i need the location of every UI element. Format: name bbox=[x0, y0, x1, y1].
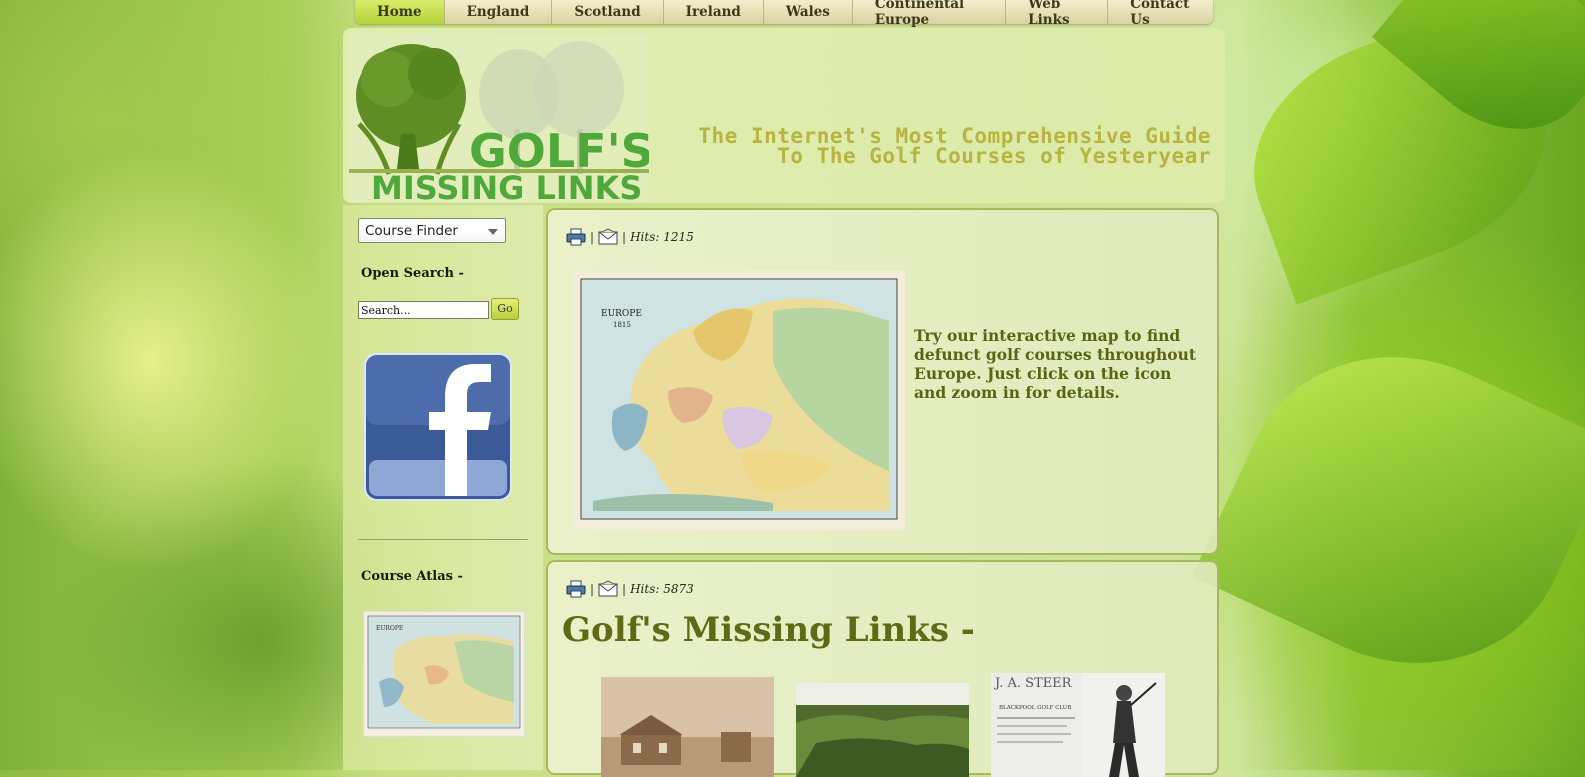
course-finder-select[interactable]: Course Finder bbox=[358, 218, 506, 243]
toolbar-separator: | bbox=[590, 230, 595, 244]
site-header: GOLF'S MISSING LINKS The Internet's Most… bbox=[343, 28, 1225, 203]
article-title: Golf's Missing Links - bbox=[562, 610, 975, 650]
background-leaf bbox=[1192, 304, 1585, 716]
search-go-button[interactable]: Go bbox=[491, 298, 519, 320]
email-icon[interactable] bbox=[598, 580, 618, 598]
email-icon[interactable] bbox=[598, 228, 618, 246]
facebook-icon[interactable] bbox=[363, 352, 513, 502]
course-atlas-map[interactable]: EUROPE bbox=[363, 611, 525, 737]
tagline-line-1: The Internet's Most Comprehensive Guide bbox=[698, 124, 1211, 148]
nav-contact-us[interactable]: Contact Us bbox=[1108, 0, 1213, 28]
main-nav: Home England Scotland Ireland Wales Cont… bbox=[355, 0, 1213, 28]
site-logo[interactable]: GOLF'S MISSING LINKS bbox=[349, 34, 649, 202]
chevron-down-icon bbox=[488, 229, 498, 235]
left-sidebar: Course Finder Open Search - Go Course At… bbox=[343, 205, 543, 770]
open-search-title: Open Search - bbox=[361, 266, 464, 281]
nav-wales[interactable]: Wales bbox=[764, 0, 853, 24]
logo-text-missing-links: MISSING LINKS bbox=[371, 169, 642, 202]
map-year-label: 1815 bbox=[613, 321, 631, 329]
article-toolbar: | | Hits: 1215 bbox=[566, 228, 694, 246]
article-blurb: Try our interactive map to find defunct … bbox=[914, 326, 1197, 402]
sidebar-divider bbox=[358, 539, 528, 540]
toolbar-separator: | bbox=[590, 582, 595, 596]
printer-icon[interactable] bbox=[566, 228, 586, 246]
article-interactive-map: | | Hits: 1215 EUROPE 1815 Try our inter… bbox=[546, 208, 1219, 555]
search-input[interactable] bbox=[358, 301, 489, 319]
toolbar-separator: | bbox=[622, 230, 627, 244]
europe-map-image[interactable]: EUROPE 1815 bbox=[573, 271, 905, 530]
club-professional-photo[interactable]: J. A. STEER BLACKPOOL GOLF CLUB bbox=[991, 673, 1165, 777]
site-tagline: The Internet's Most Comprehensive Guide … bbox=[698, 124, 1211, 168]
page-container: Home England Scotland Ireland Wales Cont… bbox=[343, 0, 1225, 777]
toolbar-separator: | bbox=[622, 582, 627, 596]
nav-web-links[interactable]: Web Links bbox=[1006, 0, 1109, 28]
course-finder-value: Course Finder bbox=[365, 223, 458, 239]
thumb-steer-title: J. A. STEER bbox=[993, 676, 1073, 691]
course-atlas-title: Course Atlas - bbox=[361, 569, 463, 584]
thumb-steer-sub: BLACKPOOL GOLF CLUB bbox=[999, 705, 1071, 711]
printer-icon[interactable] bbox=[566, 580, 586, 598]
nav-scotland[interactable]: Scotland bbox=[552, 0, 664, 24]
nav-home[interactable]: Home bbox=[355, 0, 445, 24]
clubhouse-photo[interactable] bbox=[601, 677, 774, 777]
article-golfs-missing-links: | | Hits: 5873 Golf's Missing Links - J.… bbox=[546, 560, 1219, 777]
atlas-map-label: EUROPE bbox=[376, 625, 403, 632]
nav-england[interactable]: England bbox=[445, 0, 553, 24]
golf-course-photo[interactable] bbox=[796, 683, 969, 777]
map-title-label: EUROPE bbox=[601, 309, 642, 319]
hits-count: Hits: 5873 bbox=[630, 582, 694, 596]
hits-count: Hits: 1215 bbox=[630, 230, 694, 244]
tagline-line-2: To The Golf Courses of Yesteryear bbox=[777, 144, 1211, 168]
nav-ireland[interactable]: Ireland bbox=[664, 0, 764, 24]
article-toolbar: | | Hits: 5873 bbox=[566, 580, 694, 598]
nav-continental-europe[interactable]: Continental Europe bbox=[853, 0, 1007, 28]
